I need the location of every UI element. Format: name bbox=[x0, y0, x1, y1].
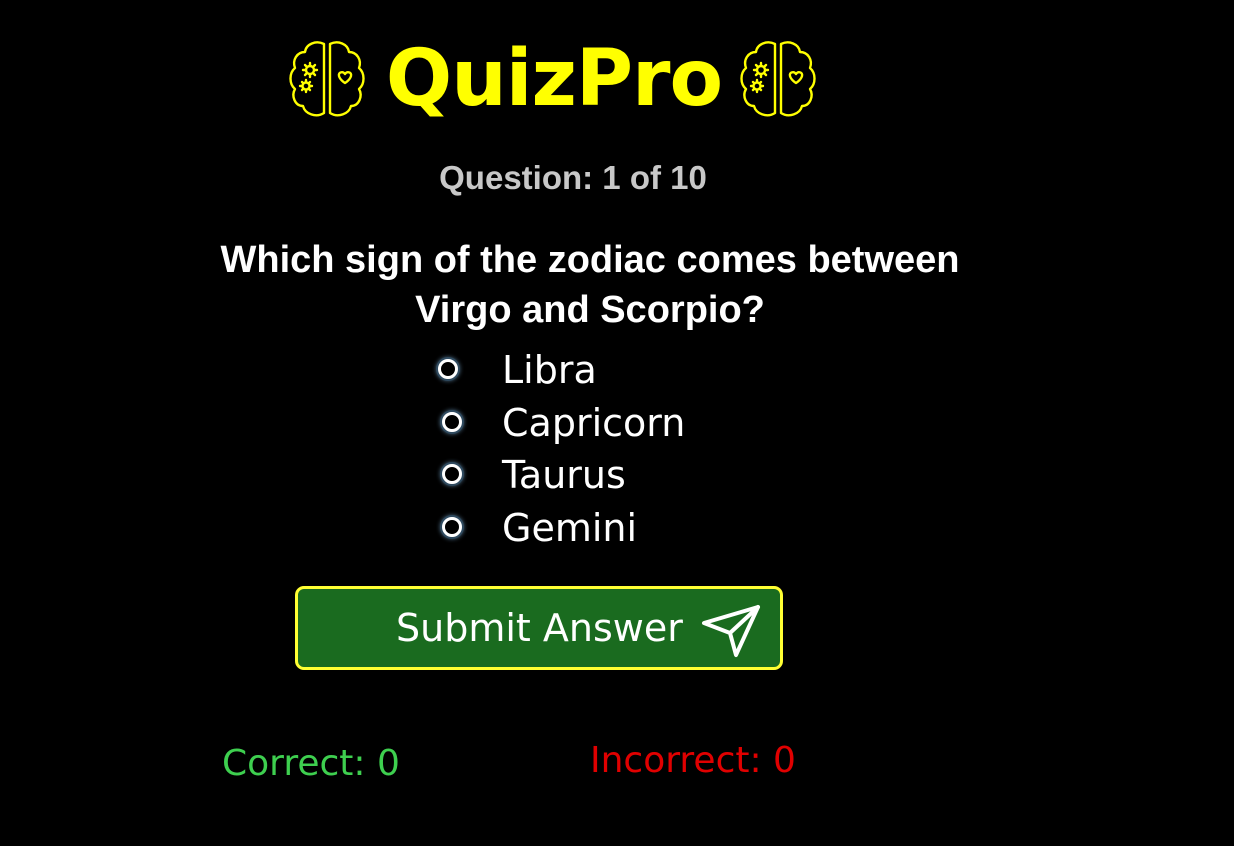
option-capricorn[interactable]: Capricorn bbox=[430, 397, 850, 450]
radio-button[interactable] bbox=[442, 464, 462, 484]
option-libra[interactable]: Libra bbox=[430, 344, 850, 397]
question-text: Which sign of the zodiac comes between V… bbox=[220, 239, 960, 331]
radio-button[interactable] bbox=[442, 516, 462, 537]
brain-icon bbox=[737, 38, 819, 120]
question-progress: Question: 1 of 10 bbox=[439, 159, 707, 196]
submit-answer-button[interactable]: Submit Answer bbox=[295, 586, 783, 670]
quiz-header: QuizPro bbox=[286, 30, 820, 128]
incorrect-count: Incorrect: 0 bbox=[590, 740, 796, 781]
brain-icon bbox=[286, 38, 368, 120]
option-label: Capricorn bbox=[502, 400, 686, 445]
send-icon bbox=[700, 603, 762, 659]
correct-count: Correct: 0 bbox=[222, 743, 400, 784]
radio-button[interactable] bbox=[438, 359, 458, 379]
option-taurus[interactable]: Taurus bbox=[430, 449, 850, 502]
app-title: QuizPro bbox=[385, 34, 723, 124]
option-label: Libra bbox=[502, 348, 597, 392]
option-gemini[interactable]: Gemini bbox=[430, 502, 850, 555]
option-label: Taurus bbox=[502, 453, 626, 497]
submit-button-label: Submit Answer bbox=[396, 606, 683, 650]
answer-options: Libra Capricorn Taurus Gemini bbox=[430, 344, 850, 554]
radio-button[interactable] bbox=[442, 411, 462, 432]
option-label: Gemini bbox=[502, 505, 638, 550]
